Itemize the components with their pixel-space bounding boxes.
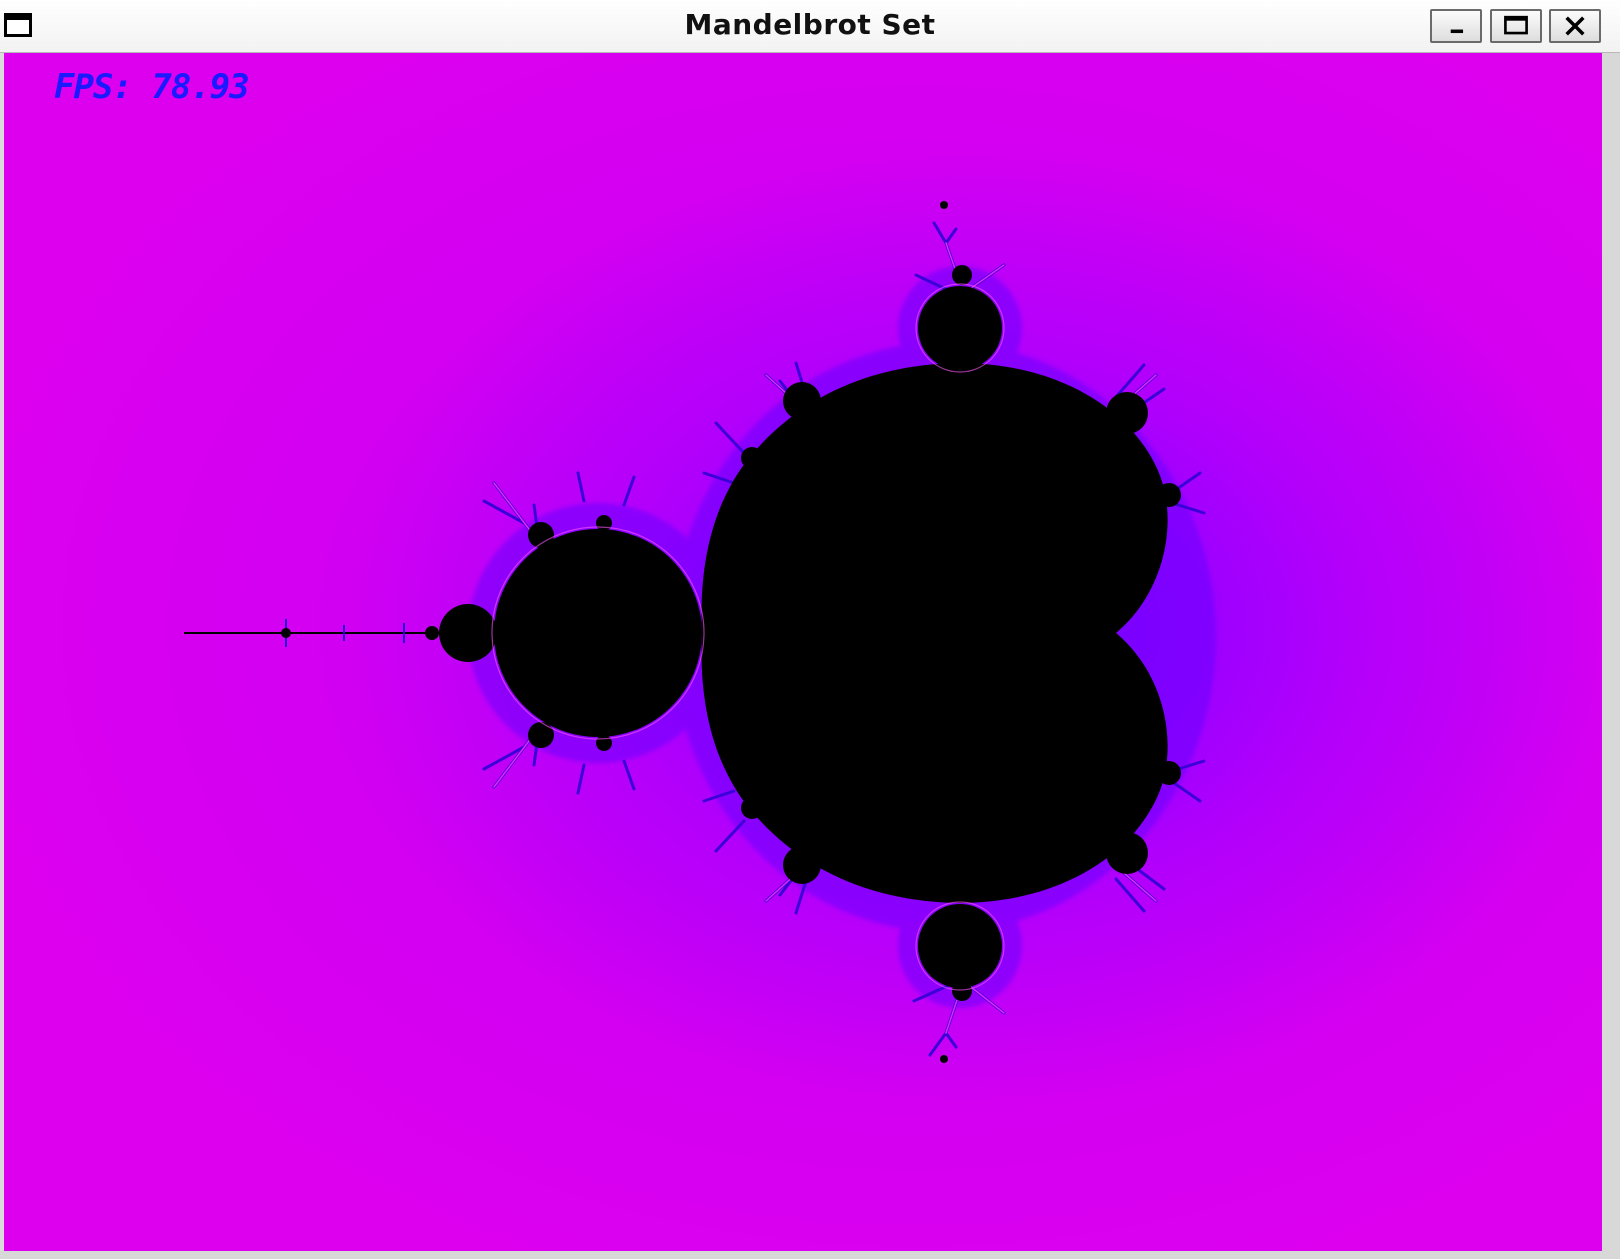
- window-border-bottom: [0, 1251, 1620, 1259]
- fps-counter: FPS: 78.93: [54, 67, 250, 107]
- window-border-right: [1602, 53, 1620, 1259]
- fractal-canvas[interactable]: FPS: 78.93: [4, 53, 1602, 1251]
- set-body: [439, 201, 1181, 1063]
- title-bar[interactable]: Mandelbrot Set: [0, 0, 1620, 53]
- maximize-icon: [1504, 15, 1528, 35]
- close-button[interactable]: [1549, 9, 1601, 43]
- minimize-icon: [1450, 29, 1464, 34]
- app-window: Mandelbrot Set FPS: 78.93: [0, 0, 1620, 1259]
- maximize-button[interactable]: [1490, 9, 1542, 43]
- window-title: Mandelbrot Set: [684, 8, 936, 41]
- set-antenna: [184, 619, 469, 647]
- close-icon: [1565, 16, 1585, 36]
- mandelbrot-set: [184, 201, 1216, 1063]
- minimize-button[interactable]: [1430, 9, 1482, 43]
